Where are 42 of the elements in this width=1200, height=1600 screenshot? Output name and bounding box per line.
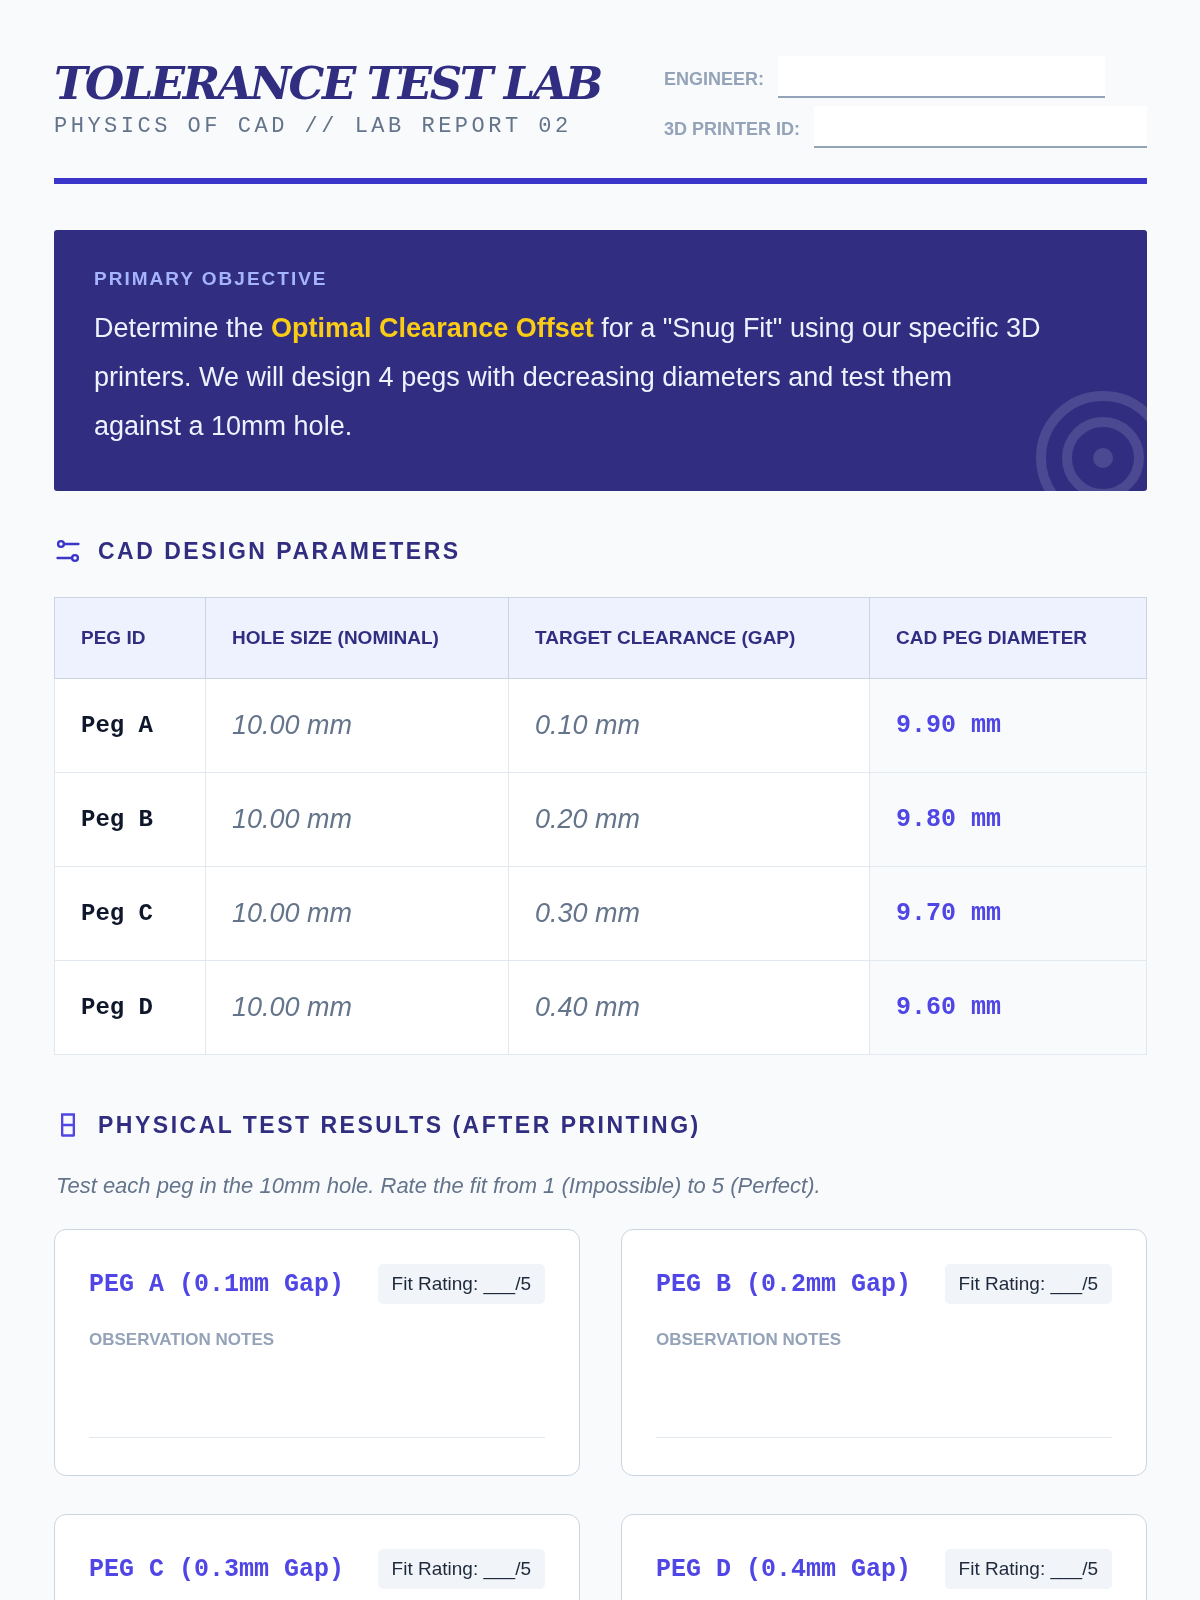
table-cell: 10.00 mm (205, 866, 509, 961)
objective-label: PRIMARY OBJECTIVE (94, 268, 329, 290)
notes-label: OBSERVATION NOTES (89, 1330, 276, 1350)
table-cell: Peg D (54, 960, 206, 1055)
table-cell: 10.00 mm (205, 678, 509, 773)
instructions-text: Test each peg in the 10mm hole. Rate the fit from 1 (Impossible) to 5 (Perfect). (56, 1173, 822, 1199)
fit-rating: Fit Rating: ___/5 (377, 1549, 545, 1589)
table-cell: 9.60 mm (869, 960, 1147, 1055)
table-cell: 0.20 mm (508, 772, 870, 867)
sliders-icon (54, 537, 82, 565)
card-title: PEG D (0.4mm Gap) (656, 1554, 912, 1584)
table-cell: 9.90 mm (869, 678, 1147, 773)
input-field[interactable] (778, 56, 1105, 98)
table-cell: 9.80 mm (869, 772, 1147, 867)
column-header: TARGET CLEARANCE (GAP) (508, 597, 870, 679)
field-label: ENGINEER: (664, 69, 764, 91)
notes-label: OBSERVATION NOTES (656, 1330, 843, 1350)
column-header: HOLE SIZE (NOMINAL) (205, 597, 509, 679)
table-cell: 10.00 mm (205, 772, 509, 867)
table-cell: 0.30 mm (508, 866, 870, 961)
input-field[interactable] (814, 106, 1147, 148)
lab-title: TOLERANCE TEST LAB (54, 56, 601, 112)
table-cell: Peg B (54, 772, 206, 867)
lab-subtitle: PHYSICS OF CAD // LAB REPORT 02 (54, 114, 573, 139)
card-title: PEG A (0.1mm Gap) (89, 1269, 345, 1299)
table-cell: 9.70 mm (869, 866, 1147, 961)
table-cell: 0.40 mm (508, 960, 870, 1055)
card-title: PEG B (0.2mm Gap) (656, 1269, 912, 1299)
column-header: PEG ID (54, 597, 206, 679)
card-title: PEG C (0.3mm Gap) (89, 1554, 345, 1584)
column-header: CAD PEG DIAMETER (869, 597, 1147, 679)
section-heading: CAD DESIGN PARAMETERS (98, 537, 461, 565)
table-cell: 10.00 mm (205, 960, 509, 1055)
table-cell: Peg C (54, 866, 206, 961)
field-label: 3D PRINTER ID: (664, 119, 800, 141)
table-cell: Peg A (54, 678, 206, 773)
section-heading: PHYSICAL TEST RESULTS (AFTER PRINTING) (98, 1111, 701, 1139)
objective-text: Determine the Optimal Clearance Offset for a "Snug Fit" using our specific 3D printers. We will design 4 pegs with decreasing diameters and test them against a 10mm hole. (94, 312, 1042, 443)
fit-rating: Fit Rating: ___/5 (377, 1264, 545, 1304)
fit-rating: Fit Rating: ___/5 (944, 1264, 1112, 1304)
fit-rating: Fit Rating: ___/5 (944, 1549, 1112, 1589)
table-cell: 0.10 mm (508, 678, 870, 773)
